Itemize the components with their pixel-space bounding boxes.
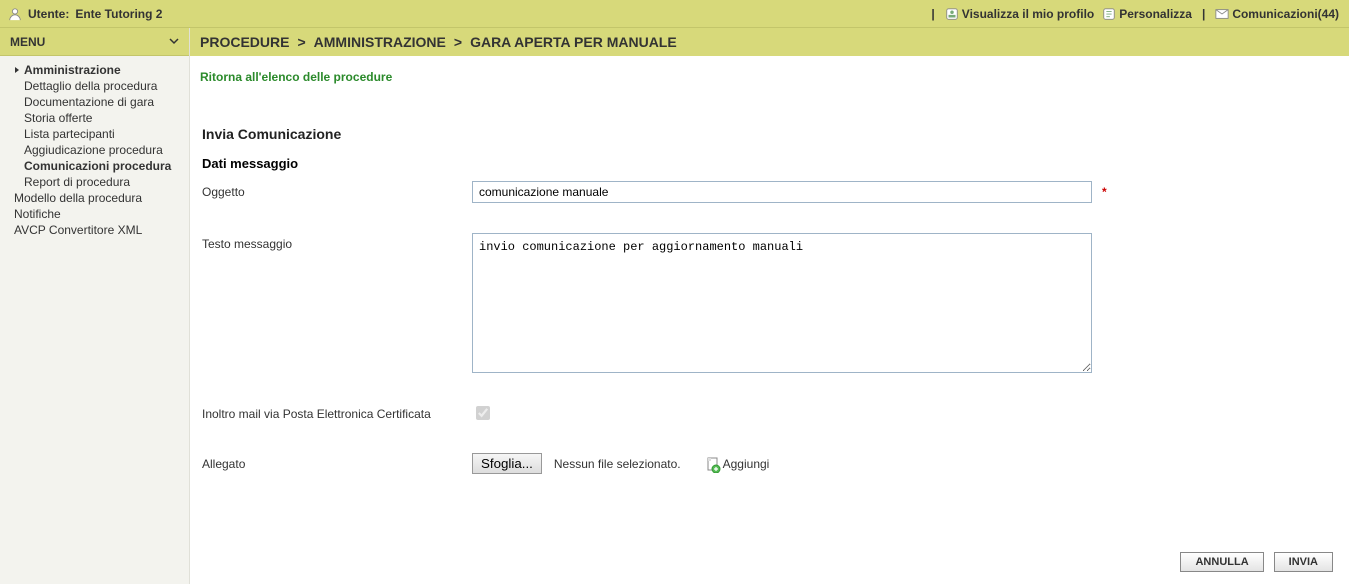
sidebar-item-7[interactable]: Report di procedura — [8, 174, 181, 190]
envelope-icon — [1215, 7, 1229, 21]
sidebar-item-label: Modello della procedura — [14, 191, 142, 205]
oggetto-label: Oggetto — [202, 181, 472, 199]
view-profile-label: Visualizza il mio profilo — [962, 7, 1094, 21]
menu-title: MENU — [10, 35, 45, 49]
sidebar-item-0[interactable]: Amministrazione — [8, 62, 181, 78]
communications-link[interactable]: Comunicazioni(44) — [1215, 7, 1339, 21]
sidebar-item-5[interactable]: Aggiudicazione procedura — [8, 142, 181, 158]
personalize-label: Personalizza — [1119, 7, 1192, 21]
user-info: Utente: Ente Tutoring 2 — [8, 7, 162, 21]
sidebar-item-3[interactable]: Storia offerte — [8, 110, 181, 126]
sidebar-item-10[interactable]: AVCP Convertitore XML — [8, 222, 181, 238]
page-title: Invia Comunicazione — [202, 126, 1308, 142]
user-prefix: Utente: — [28, 7, 69, 21]
breadcrumb: PROCEDURE > AMMINISTRAZIONE > GARA APERT… — [190, 28, 1349, 56]
personalize-link[interactable]: Personalizza — [1102, 7, 1192, 21]
allegato-label: Allegato — [202, 453, 472, 471]
sidebar-item-4[interactable]: Lista partecipanti — [8, 126, 181, 142]
main-content: PROCEDURE > AMMINISTRAZIONE > GARA APERT… — [190, 28, 1349, 584]
no-file-text: Nessun file selezionato. — [554, 457, 681, 471]
required-indicator: * — [1102, 185, 1107, 199]
cancel-button[interactable]: ANNULLA — [1180, 552, 1263, 572]
sidebar-item-label: AVCP Convertitore XML — [14, 223, 142, 237]
pec-label: Inoltro mail via Posta Elettronica Certi… — [202, 403, 472, 421]
sidebar-item-label: Notifiche — [14, 207, 61, 221]
pec-checkbox[interactable] — [476, 406, 490, 420]
section-subtitle: Dati messaggio — [202, 156, 1308, 171]
back-link[interactable]: Ritorna all'elenco delle procedure — [200, 70, 392, 84]
sidebar-item-label: Aggiudicazione procedura — [24, 143, 163, 157]
sidebar: MENU Amministrazione Dettaglio della proc… — [0, 28, 190, 584]
sidebar-item-label: Comunicazioni procedura — [24, 159, 171, 173]
chevron-down-icon — [169, 35, 179, 49]
sidebar-item-8[interactable]: Modello della procedura — [8, 190, 181, 206]
user-name: Ente Tutoring 2 — [75, 7, 162, 21]
menu-list: Amministrazione Dettaglio della procedura… — [0, 56, 189, 244]
sidebar-item-label: Storia offerte — [24, 111, 92, 125]
oggetto-input[interactable] — [472, 181, 1092, 203]
sidebar-item-9[interactable]: Notifiche — [8, 206, 181, 222]
testo-textarea[interactable] — [472, 233, 1092, 373]
breadcrumb-item[interactable]: PROCEDURE — [200, 34, 289, 50]
breadcrumb-item[interactable]: GARA APERTA PER MANUALE — [470, 34, 677, 50]
add-file-icon — [705, 457, 719, 471]
sidebar-item-label: Amministrazione — [24, 63, 121, 77]
breadcrumb-separator: > — [297, 34, 305, 50]
testo-label: Testo messaggio — [202, 233, 472, 251]
personalize-icon — [1102, 7, 1116, 21]
sidebar-item-label: Report di procedura — [24, 175, 130, 189]
add-attachment-link[interactable]: Aggiungi — [705, 457, 770, 471]
menu-header[interactable]: MENU — [0, 28, 189, 56]
sidebar-item-2[interactable]: Documentazione di gara — [8, 94, 181, 110]
profile-icon — [945, 7, 959, 21]
top-bar: Utente: Ente Tutoring 2 | Visualizza il … — [0, 0, 1349, 28]
sidebar-item-label: Documentazione di gara — [24, 95, 154, 109]
browse-button[interactable]: Sfoglia... — [472, 453, 542, 474]
send-button[interactable]: INVIA — [1274, 552, 1333, 572]
arrow-right-icon — [14, 63, 24, 77]
view-profile-link[interactable]: Visualizza il mio profilo — [945, 7, 1094, 21]
form-actions: ANNULLA INVIA — [1180, 552, 1333, 572]
user-icon — [8, 7, 22, 21]
communications-label: Comunicazioni(44) — [1232, 7, 1339, 21]
breadcrumb-separator: > — [454, 34, 462, 50]
sidebar-item-6[interactable]: Comunicazioni procedura — [8, 158, 181, 174]
separator: | — [931, 7, 934, 21]
top-actions: | Visualizza il mio profilo Personalizza… — [927, 7, 1341, 21]
add-attachment-label: Aggiungi — [723, 457, 770, 471]
separator: | — [1202, 7, 1205, 21]
sidebar-item-label: Dettaglio della procedura — [24, 79, 157, 93]
breadcrumb-item[interactable]: AMMINISTRAZIONE — [314, 34, 446, 50]
sidebar-item-1[interactable]: Dettaglio della procedura — [8, 78, 181, 94]
sidebar-item-label: Lista partecipanti — [24, 127, 115, 141]
